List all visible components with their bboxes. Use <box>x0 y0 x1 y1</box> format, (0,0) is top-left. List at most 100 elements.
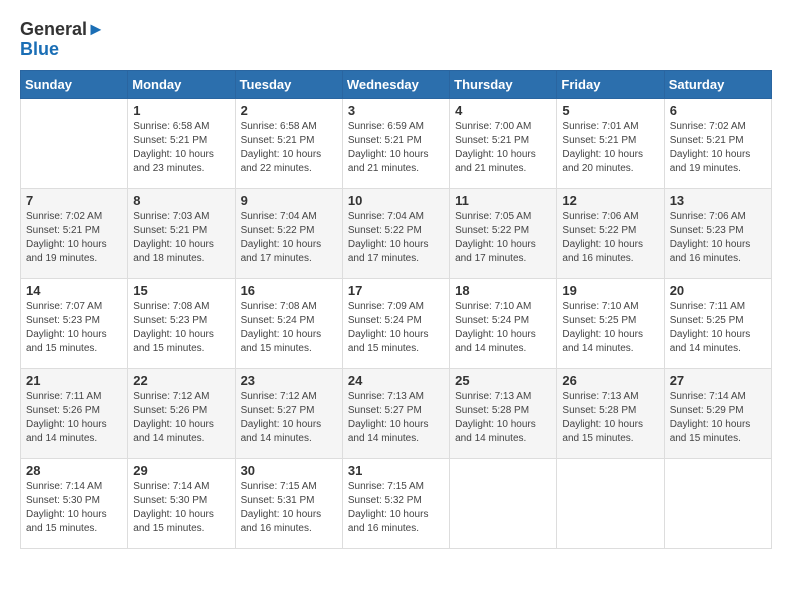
day-info: Sunrise: 7:08 AM Sunset: 5:23 PM Dayligh… <box>133 300 229 356</box>
calendar-body: 1 Sunrise: 6:58 AM Sunset: 5:21 PM Daylig… <box>21 98 772 548</box>
day-number: 11 <box>455 193 551 208</box>
day-info: Sunrise: 7:08 AM Sunset: 5:24 PM Dayligh… <box>241 300 337 356</box>
day-number: 4 <box>455 103 551 118</box>
day-info: Sunrise: 7:14 AM Sunset: 5:30 PM Dayligh… <box>133 480 229 536</box>
calendar-cell: 5 Sunrise: 7:01 AM Sunset: 5:21 PM Daylig… <box>557 98 664 188</box>
day-number: 6 <box>670 103 766 118</box>
calendar-cell: 30 Sunrise: 7:15 AM Sunset: 5:31 PM Dayli… <box>235 458 342 548</box>
calendar-cell: 3 Sunrise: 6:59 AM Sunset: 5:21 PM Daylig… <box>342 98 449 188</box>
day-number: 9 <box>241 193 337 208</box>
day-info: Sunrise: 7:13 AM Sunset: 5:28 PM Dayligh… <box>455 390 551 446</box>
day-info: Sunrise: 7:09 AM Sunset: 5:24 PM Dayligh… <box>348 300 444 356</box>
calendar-cell <box>450 458 557 548</box>
day-number: 30 <box>241 463 337 478</box>
weekday-header-thursday: Thursday <box>450 70 557 98</box>
day-number: 16 <box>241 283 337 298</box>
weekday-row: SundayMondayTuesdayWednesdayThursdayFrid… <box>21 70 772 98</box>
calendar-week-4: 28 Sunrise: 7:14 AM Sunset: 5:30 PM Dayli… <box>21 458 772 548</box>
day-info: Sunrise: 7:13 AM Sunset: 5:27 PM Dayligh… <box>348 390 444 446</box>
day-number: 12 <box>562 193 658 208</box>
calendar-week-3: 21 Sunrise: 7:11 AM Sunset: 5:26 PM Dayli… <box>21 368 772 458</box>
calendar-cell: 19 Sunrise: 7:10 AM Sunset: 5:25 PM Dayli… <box>557 278 664 368</box>
logo-text: General► Blue <box>20 20 105 60</box>
day-number: 21 <box>26 373 122 388</box>
day-number: 3 <box>348 103 444 118</box>
logo-line1: General► <box>20 20 105 40</box>
day-number: 7 <box>26 193 122 208</box>
calendar-cell: 10 Sunrise: 7:04 AM Sunset: 5:22 PM Dayli… <box>342 188 449 278</box>
calendar-cell: 12 Sunrise: 7:06 AM Sunset: 5:22 PM Dayli… <box>557 188 664 278</box>
day-info: Sunrise: 6:58 AM Sunset: 5:21 PM Dayligh… <box>241 120 337 176</box>
calendar-cell: 9 Sunrise: 7:04 AM Sunset: 5:22 PM Daylig… <box>235 188 342 278</box>
day-number: 25 <box>455 373 551 388</box>
calendar-cell: 24 Sunrise: 7:13 AM Sunset: 5:27 PM Dayli… <box>342 368 449 458</box>
weekday-header-sunday: Sunday <box>21 70 128 98</box>
day-number: 28 <box>26 463 122 478</box>
day-info: Sunrise: 7:01 AM Sunset: 5:21 PM Dayligh… <box>562 120 658 176</box>
day-info: Sunrise: 7:06 AM Sunset: 5:23 PM Dayligh… <box>670 210 766 266</box>
day-info: Sunrise: 6:59 AM Sunset: 5:21 PM Dayligh… <box>348 120 444 176</box>
day-info: Sunrise: 7:04 AM Sunset: 5:22 PM Dayligh… <box>348 210 444 266</box>
calendar-table: SundayMondayTuesdayWednesdayThursdayFrid… <box>20 70 772 549</box>
calendar-cell: 31 Sunrise: 7:15 AM Sunset: 5:32 PM Dayli… <box>342 458 449 548</box>
day-number: 10 <box>348 193 444 208</box>
day-info: Sunrise: 7:15 AM Sunset: 5:32 PM Dayligh… <box>348 480 444 536</box>
day-info: Sunrise: 6:58 AM Sunset: 5:21 PM Dayligh… <box>133 120 229 176</box>
calendar-cell: 27Sunrise: 7:14 AM Sunset: 5:29 PM Dayli… <box>664 368 771 458</box>
day-number: 2 <box>241 103 337 118</box>
day-number: 1 <box>133 103 229 118</box>
day-number: 15 <box>133 283 229 298</box>
weekday-header-tuesday: Tuesday <box>235 70 342 98</box>
day-number: 5 <box>562 103 658 118</box>
day-number: 29 <box>133 463 229 478</box>
calendar-cell: 11 Sunrise: 7:05 AM Sunset: 5:22 PM Dayli… <box>450 188 557 278</box>
day-number: 19 <box>562 283 658 298</box>
day-number: 20 <box>670 283 766 298</box>
logo-line2: Blue <box>20 40 105 60</box>
day-info: Sunrise: 7:12 AM Sunset: 5:27 PM Dayligh… <box>241 390 337 446</box>
calendar-cell: 14 Sunrise: 7:07 AM Sunset: 5:23 PM Dayli… <box>21 278 128 368</box>
calendar-cell: 28Sunrise: 7:14 AM Sunset: 5:30 PM Dayli… <box>21 458 128 548</box>
day-info: Sunrise: 7:13 AM Sunset: 5:28 PM Dayligh… <box>562 390 658 446</box>
day-info: Sunrise: 7:07 AM Sunset: 5:23 PM Dayligh… <box>26 300 122 356</box>
day-info: Sunrise: 7:06 AM Sunset: 5:22 PM Dayligh… <box>562 210 658 266</box>
day-info: Sunrise: 7:12 AM Sunset: 5:26 PM Dayligh… <box>133 390 229 446</box>
day-info: Sunrise: 7:05 AM Sunset: 5:22 PM Dayligh… <box>455 210 551 266</box>
day-info: Sunrise: 7:03 AM Sunset: 5:21 PM Dayligh… <box>133 210 229 266</box>
calendar-cell <box>557 458 664 548</box>
calendar-cell: 15 Sunrise: 7:08 AM Sunset: 5:23 PM Dayli… <box>128 278 235 368</box>
calendar-cell: 21 Sunrise: 7:11 AM Sunset: 5:26 PM Dayli… <box>21 368 128 458</box>
calendar-cell: 17 Sunrise: 7:09 AM Sunset: 5:24 PM Dayli… <box>342 278 449 368</box>
day-number: 14 <box>26 283 122 298</box>
day-info: Sunrise: 7:10 AM Sunset: 5:25 PM Dayligh… <box>562 300 658 356</box>
day-number: 8 <box>133 193 229 208</box>
weekday-header-friday: Friday <box>557 70 664 98</box>
calendar-cell: 7 Sunrise: 7:02 AM Sunset: 5:21 PM Daylig… <box>21 188 128 278</box>
weekday-header-wednesday: Wednesday <box>342 70 449 98</box>
calendar-cell: 8 Sunrise: 7:03 AM Sunset: 5:21 PM Daylig… <box>128 188 235 278</box>
day-info: Sunrise: 7:00 AM Sunset: 5:21 PM Dayligh… <box>455 120 551 176</box>
day-number: 13 <box>670 193 766 208</box>
calendar-cell: 2 Sunrise: 6:58 AM Sunset: 5:21 PM Daylig… <box>235 98 342 188</box>
day-info: Sunrise: 7:10 AM Sunset: 5:24 PM Dayligh… <box>455 300 551 356</box>
calendar-cell: 4 Sunrise: 7:00 AM Sunset: 5:21 PM Daylig… <box>450 98 557 188</box>
calendar-cell: 29 Sunrise: 7:14 AM Sunset: 5:30 PM Dayli… <box>128 458 235 548</box>
day-number: 17 <box>348 283 444 298</box>
calendar-week-0: 1 Sunrise: 6:58 AM Sunset: 5:21 PM Daylig… <box>21 98 772 188</box>
weekday-header-saturday: Saturday <box>664 70 771 98</box>
day-info: Sunrise: 7:02 AM Sunset: 5:21 PM Dayligh… <box>26 210 122 266</box>
calendar-cell: 23Sunrise: 7:12 AM Sunset: 5:27 PM Dayli… <box>235 368 342 458</box>
day-number: 31 <box>348 463 444 478</box>
day-info: Sunrise: 7:04 AM Sunset: 5:22 PM Dayligh… <box>241 210 337 266</box>
day-number: 26 <box>562 373 658 388</box>
day-number: 22 <box>133 373 229 388</box>
calendar-cell: 6 Sunrise: 7:02 AM Sunset: 5:21 PM Daylig… <box>664 98 771 188</box>
calendar-cell: 26 Sunrise: 7:13 AM Sunset: 5:28 PM Dayli… <box>557 368 664 458</box>
page-header: General► Blue <box>20 20 772 60</box>
calendar-cell: 25 Sunrise: 7:13 AM Sunset: 5:28 PM Dayli… <box>450 368 557 458</box>
calendar-cell: 22 Sunrise: 7:12 AM Sunset: 5:26 PM Dayli… <box>128 368 235 458</box>
day-info: Sunrise: 7:15 AM Sunset: 5:31 PM Dayligh… <box>241 480 337 536</box>
day-info: Sunrise: 7:11 AM Sunset: 5:26 PM Dayligh… <box>26 390 122 446</box>
day-number: 24 <box>348 373 444 388</box>
day-info: Sunrise: 7:02 AM Sunset: 5:21 PM Dayligh… <box>670 120 766 176</box>
